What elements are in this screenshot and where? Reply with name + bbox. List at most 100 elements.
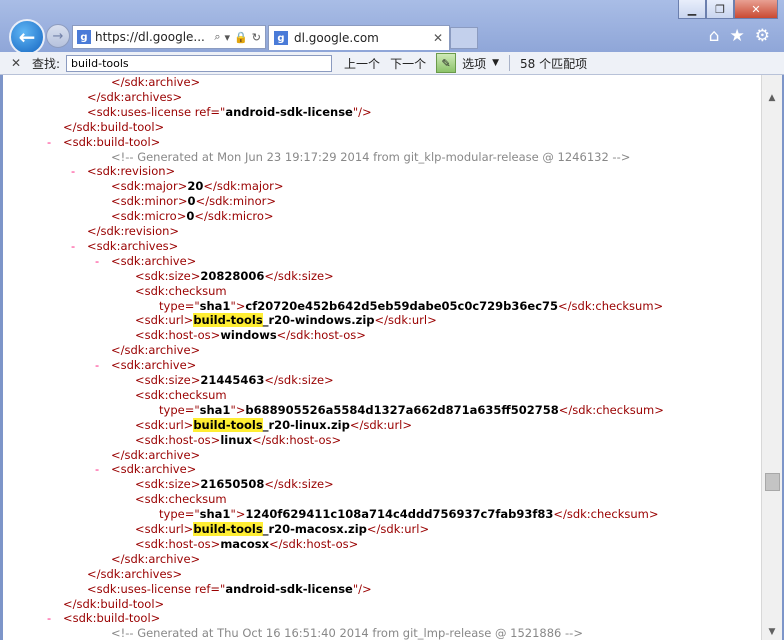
xml-token: <!-- Generated at Thu Oct 16 16:51:40 20… <box>111 626 583 640</box>
xml-token: _r20-macosx.zip <box>262 522 367 536</box>
collapse-toggle[interactable]: - <box>47 135 51 150</box>
xml-token: <sdk:archive> <box>111 358 197 373</box>
vertical-scrollbar[interactable]: ▲ ▼ <box>761 75 782 640</box>
find-options-button[interactable]: 选项 <box>462 55 486 72</box>
xml-token: windows <box>220 328 277 343</box>
refresh-icon[interactable]: ↻ <box>252 31 261 44</box>
lock-icon: 🔒 <box>234 30 248 44</box>
xml-token: </sdk:archives> <box>87 566 183 581</box>
xml-line: type="sha1">1240f629411c108a714c4ddd7569… <box>159 507 658 522</box>
xml-line: <sdk:size>20828006</sdk:size> <box>135 269 334 284</box>
xml-token: </sdk:build-tool> <box>63 596 165 611</box>
address-url[interactable]: https://dl.google... <box>95 30 214 44</box>
scroll-thumb[interactable] <box>765 473 780 491</box>
xml-token: "> <box>230 298 246 313</box>
xml-token: <sdk:uses-license <box>87 581 195 596</box>
tab-dl-google[interactable]: g dl.google.com ✕ <box>268 25 450 50</box>
xml-token: <sdk:url> <box>135 313 194 328</box>
home-icon[interactable]: ⌂ <box>709 26 720 46</box>
collapse-toggle[interactable]: - <box>95 254 99 269</box>
find-input[interactable] <box>66 54 333 72</box>
xml-line: </sdk:build-tool> <box>63 120 164 135</box>
google-favicon-icon: g <box>77 30 91 44</box>
maximize-button[interactable]: ❐ <box>706 0 734 19</box>
find-next-button[interactable]: 下一个 <box>390 55 426 72</box>
xml-line: <sdk:url>build-tools_r20-macosx.zip</sdk… <box>135 522 429 537</box>
xml-line: <sdk:major>20</sdk:major> <box>111 179 284 194</box>
collapse-toggle[interactable]: - <box>95 462 99 477</box>
gear-icon[interactable]: ⚙ <box>755 26 770 46</box>
browser-chrome: ▁ ❐ ✕ ← → g https://dl.google... ⌕ ▾ 🔒 ↻… <box>0 0 784 55</box>
search-icon[interactable]: ⌕ <box>214 30 220 44</box>
xml-token: </sdk:url> <box>366 522 430 536</box>
xml-token: </sdk:url> <box>374 313 437 328</box>
find-previous-button[interactable]: 上一个 <box>344 55 380 72</box>
xml-token: android-sdk-license <box>225 104 353 119</box>
collapse-toggle[interactable]: - <box>95 358 99 373</box>
find-close-icon[interactable]: ✕ <box>6 56 26 70</box>
xml-token: linux <box>220 432 252 447</box>
arrow-right-icon: → <box>52 28 64 44</box>
favorites-star-icon[interactable]: ★ <box>730 26 745 46</box>
tab-close-icon[interactable]: ✕ <box>433 31 443 45</box>
new-tab-button[interactable] <box>450 27 478 49</box>
xml-line: <sdk:checksum <box>135 388 227 403</box>
xml-line: <!-- Generated at Thu Oct 16 16:51:40 20… <box>111 626 583 640</box>
xml-token: <sdk:url> <box>135 522 194 536</box>
xml-token: <sdk:url> <box>135 417 194 432</box>
xml-line: </sdk:archive> <box>111 448 200 463</box>
xml-line: <sdk:uses-license ref="android-sdk-licen… <box>87 582 372 597</box>
xml-token: 21445463 <box>200 373 265 387</box>
xml-line: </sdk:archive> <box>111 343 200 358</box>
xml-token: 21650508 <box>200 477 265 492</box>
xml-token: =" <box>184 402 200 417</box>
search-highlight: build-tools <box>193 313 263 328</box>
xml-token: </sdk:host-os> <box>269 536 359 551</box>
find-label: 查找: <box>32 56 61 71</box>
xml-token: <sdk:size> <box>135 373 201 387</box>
collapse-toggle[interactable]: - <box>71 239 75 254</box>
minimize-button[interactable]: ▁ <box>678 0 706 19</box>
xml-token: b688905526a5584d1327a662d871a635ff502758 <box>245 402 559 417</box>
xml-token: <sdk:revision> <box>87 164 176 179</box>
divider <box>509 55 511 71</box>
xml-token: 20828006 <box>200 268 265 283</box>
xml-line: type="sha1">b688905526a5584d1327a662d871… <box>159 403 664 418</box>
collapse-toggle[interactable]: - <box>47 611 51 626</box>
xml-token: </sdk:archive> <box>111 551 201 566</box>
xml-token: </sdk:archives> <box>87 89 183 104</box>
scroll-up-icon[interactable]: ▲ <box>762 89 782 106</box>
xml-token: </sdk:size> <box>264 268 334 283</box>
xml-token: <sdk:checksum <box>135 492 227 507</box>
toolbar-right: ⌂ ★ ⚙ <box>709 26 770 46</box>
xml-token: </sdk:build-tool> <box>63 119 165 134</box>
xml-token: <sdk:host-os> <box>135 328 221 343</box>
collapse-toggle[interactable]: - <box>71 164 75 179</box>
xml-line: </sdk:archives> <box>87 567 182 582</box>
xml-token: <sdk:uses-license <box>87 104 195 119</box>
xml-line: </sdk:build-tool> <box>63 597 164 612</box>
xml-token: 20 <box>187 179 204 194</box>
xml-line: <sdk:url>build-tools_r20-windows.zip</sd… <box>135 313 437 328</box>
close-window-button[interactable]: ✕ <box>734 0 778 19</box>
xml-line: <sdk:host-os>windows</sdk:host-os> <box>135 328 366 343</box>
chevron-down-icon[interactable]: ▼ <box>492 58 499 68</box>
scroll-down-icon[interactable]: ▼ <box>762 623 782 640</box>
xml-token: </sdk:size> <box>264 373 334 387</box>
highlight-pencil-icon[interactable]: ✎ <box>436 53 457 73</box>
address-bar[interactable]: g https://dl.google... ⌕ ▾ 🔒 ↻ <box>72 25 266 49</box>
google-favicon-icon: g <box>274 31 288 45</box>
xml-line: </sdk:archive> <box>111 552 200 567</box>
arrow-left-icon: ← <box>18 25 36 49</box>
forward-button[interactable]: → <box>46 24 70 48</box>
xml-token: 0 <box>187 194 196 209</box>
search-highlight: build-tools <box>193 417 263 432</box>
xml-token: </sdk:url> <box>349 417 413 432</box>
back-button[interactable]: ← <box>9 19 45 55</box>
xml-token: =" <box>184 298 200 313</box>
xml-token: <sdk:size> <box>135 477 201 492</box>
dropdown-arrow-icon[interactable]: ▾ <box>225 31 231 44</box>
xml-token: </sdk:revision> <box>87 224 180 238</box>
xml-line: </sdk:revision> <box>87 224 179 239</box>
xml-token: </sdk:size> <box>264 477 334 492</box>
